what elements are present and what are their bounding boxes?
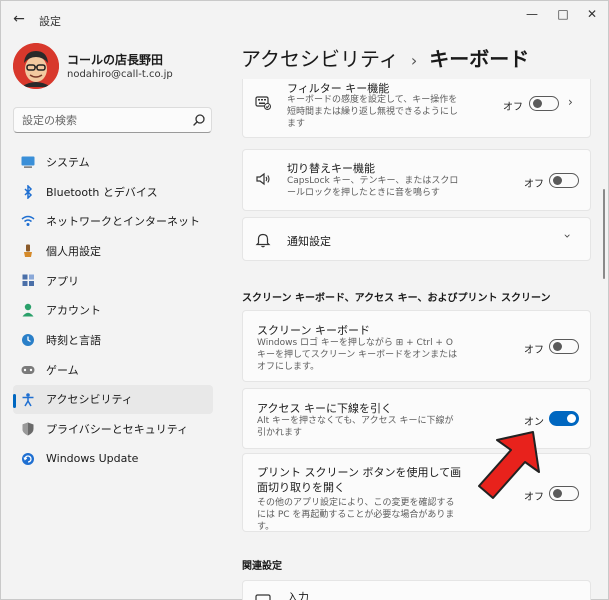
toggle-keys-title: 切り替えキー機能 [287, 162, 375, 175]
sidebar-item-label: 時刻と言語 [46, 333, 101, 347]
notification-settings-title: 通知設定 [287, 235, 331, 248]
sidebar-item-label: アクセシビリティ [46, 393, 133, 407]
sidebar-item-label: プライバシーとセキュリティ [46, 423, 189, 437]
globe-clock-icon [21, 333, 35, 347]
search-input[interactable] [22, 112, 182, 128]
toggle-keys-toggle[interactable] [549, 173, 579, 188]
keyboard-icon [255, 594, 271, 600]
underline-access-keys-state: オン [524, 417, 544, 428]
window-title: 設定 [39, 15, 61, 28]
sidebar-item-windows-update[interactable]: Windows Update [13, 444, 213, 474]
sidebar-item-personalization[interactable]: 個人用設定 [13, 236, 213, 266]
sidebar-item-label: アプリ [46, 274, 79, 288]
sidebar-item-bluetooth[interactable]: Bluetooth とデバイス [13, 177, 213, 207]
sidebar-item-label: システム [46, 155, 90, 169]
search-icon[interactable] [192, 113, 206, 127]
related-settings-heading: 関連設定 [242, 561, 282, 572]
back-arrow-icon[interactable]: ← [11, 11, 27, 27]
breadcrumb-separator: › [410, 51, 418, 70]
avatar[interactable] [13, 43, 59, 89]
sidebar-item-apps[interactable]: アプリ [13, 266, 213, 296]
bluetooth-icon [21, 184, 35, 199]
filter-keys-toggle[interactable] [529, 96, 559, 111]
sidebar-item-privacy-security[interactable]: プライバシーとセキュリティ [13, 414, 213, 444]
monitor-icon [21, 155, 35, 169]
onscreen-keyboard-state: オフ [524, 345, 544, 356]
gamepad-icon [21, 363, 35, 377]
toggle-keys-description: CapsLock キー、テンキー、またはスクロールロックを押したときに音を鳴らす [287, 176, 459, 198]
sidebar-nav: システム Bluetooth とデバイス ネットワークとインターネット 個人用設… [13, 147, 213, 474]
onscreen-keyboard-toggle[interactable] [549, 339, 579, 354]
chevron-down-icon[interactable]: › [560, 234, 574, 239]
brush-icon [21, 244, 35, 258]
update-icon [21, 452, 35, 466]
chevron-right-icon[interactable]: › [568, 95, 573, 109]
sidebar-item-network[interactable]: ネットワークとインターネット [13, 206, 213, 236]
keyboard-filter-icon [255, 96, 271, 110]
onscreen-keyboard-title: スクリーン キーボード [257, 324, 370, 337]
underline-access-keys-title: アクセス キーに下線を引く [257, 402, 392, 415]
profile-email: nodahiro@call-t.co.jp [67, 69, 173, 80]
print-screen-description: その他のアプリ設定により、この変更を確認するには PC を再起動することが必要な… [257, 498, 455, 532]
main-content: フィルター キー機能 キーボードの感度を設定して、キー操作を短時間または繰り返し… [231, 79, 601, 600]
minimize-button[interactable]: — [519, 5, 545, 23]
settings-window: ← 設定 — □ ✕ コールの店長野田 nodahiro@call-t.co.j… [0, 0, 609, 600]
input-settings-card[interactable]: 入力 [242, 580, 591, 600]
sidebar-item-label: ゲーム [46, 363, 79, 377]
breadcrumb: アクセシビリティ › キーボード [241, 43, 529, 72]
sidebar-item-label: Windows Update [46, 452, 139, 466]
filter-keys-card[interactable]: フィルター キー機能 キーボードの感度を設定して、キー操作を短時間または繰り返し… [242, 79, 591, 138]
sidebar-item-gaming[interactable]: ゲーム [13, 355, 213, 385]
profile-name: コールの店長野田 [67, 53, 164, 67]
sidebar-item-system[interactable]: システム [13, 147, 213, 177]
search-box[interactable] [13, 107, 212, 133]
wifi-icon [21, 214, 35, 228]
sidebar-item-accounts[interactable]: アカウント [13, 295, 213, 325]
sidebar-item-accessibility[interactable]: アクセシビリティ [13, 384, 213, 415]
section-heading: スクリーン キーボード、アクセス キー、およびプリント スクリーン [242, 293, 551, 304]
notification-settings-card[interactable]: 通知設定 › [242, 217, 591, 261]
underline-access-keys-description: Alt キーを押さなくても、アクセス キーに下線が引かれます [257, 416, 454, 438]
close-button[interactable]: ✕ [579, 5, 605, 23]
input-settings-title: 入力 [287, 591, 309, 600]
underline-access-keys-toggle[interactable] [549, 411, 579, 426]
sidebar-item-label: アカウント [46, 304, 101, 318]
speaker-icon [256, 172, 270, 186]
filter-keys-state: オフ [503, 102, 523, 113]
toggle-keys-state: オフ [524, 179, 544, 190]
sidebar-item-label: Bluetooth とデバイス [46, 185, 158, 199]
maximize-button[interactable]: □ [550, 5, 576, 23]
sidebar-item-time-language[interactable]: 時刻と言語 [13, 325, 213, 355]
scrollbar[interactable] [603, 189, 605, 279]
sidebar-item-label: 個人用設定 [46, 244, 101, 258]
red-arrow-annotation [478, 431, 540, 499]
print-screen-title: プリント スクリーン ボタンを使用して画面切り取りを開く [257, 466, 462, 494]
shield-icon [21, 422, 35, 436]
onscreen-keyboard-description: Windows ロゴ キーを押しながら ⊞ + Ctrl + O キーを押してス… [257, 338, 458, 372]
sidebar-item-label: ネットワークとインターネット [46, 215, 200, 229]
bell-icon [255, 233, 271, 248]
filter-keys-description: キーボードの感度を設定して、キー操作を短時間または繰り返し無視できるようにします [287, 95, 458, 129]
page-title: キーボード [429, 47, 530, 71]
accessibility-icon [21, 392, 35, 407]
title-bar: ← 設定 — □ ✕ [1, 1, 608, 35]
onscreen-keyboard-card: スクリーン キーボード Windows ロゴ キーを押しながら ⊞ + Ctrl… [242, 310, 591, 382]
toggle-keys-card: 切り替えキー機能 CapsLock キー、テンキー、またはスクロールロックを押し… [242, 149, 591, 211]
apps-icon [21, 274, 35, 288]
breadcrumb-parent[interactable]: アクセシビリティ [241, 43, 399, 72]
person-icon [21, 303, 35, 317]
